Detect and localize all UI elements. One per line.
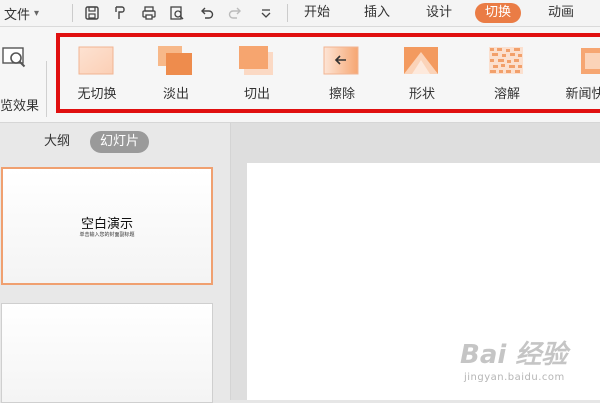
tab-design[interactable]: 设计 bbox=[426, 3, 452, 23]
tab-insert[interactable]: 插入 bbox=[364, 3, 390, 23]
ribbon-divider bbox=[46, 61, 47, 117]
separator bbox=[72, 4, 73, 22]
save-icon[interactable] bbox=[82, 3, 102, 23]
transitions-highlight-box bbox=[56, 33, 600, 113]
print-preview-icon[interactable] bbox=[167, 3, 187, 23]
file-menu[interactable]: 文件 ▾ bbox=[4, 3, 39, 23]
format-painter-icon[interactable] bbox=[110, 3, 130, 23]
slide-thumbnail[interactable]: 空白演示 单击输入您的封面副标题 bbox=[1, 167, 213, 285]
watermark-logo: Bai 经验 bbox=[460, 340, 568, 370]
preview-effect-button[interactable]: 览效果 bbox=[0, 43, 46, 114]
tab-animation[interactable]: 动画 bbox=[548, 3, 574, 23]
preview-effect-label: 览效果 bbox=[0, 99, 40, 114]
slide-title: 空白演示 bbox=[80, 217, 133, 232]
preview-icon bbox=[2, 45, 28, 75]
chevron-down-icon: ▾ bbox=[34, 7, 40, 19]
slide-panel: 大纲 幻灯片 空白演示 单击输入您的封面副标题 bbox=[0, 123, 231, 403]
tab-slides[interactable]: 幻灯片 bbox=[90, 131, 150, 153]
print-icon[interactable] bbox=[139, 3, 159, 23]
watermark-url: jingyan.baidu.com bbox=[464, 372, 565, 383]
baidu-watermark: Bai 经验 jingyan.baidu.com bbox=[460, 330, 590, 390]
menu-bar: 文件 ▾ 开始 插入 设计 切换 动画 bbox=[0, 0, 600, 27]
tab-transitions[interactable]: 切换 bbox=[475, 3, 522, 23]
customize-dropdown-icon[interactable] bbox=[256, 3, 276, 23]
file-menu-label: 文件 bbox=[4, 7, 31, 23]
tab-home[interactable]: 开始 bbox=[304, 3, 330, 23]
slide-thumbnail[interactable] bbox=[1, 303, 213, 403]
separator bbox=[287, 4, 288, 22]
redo-icon[interactable] bbox=[225, 3, 245, 23]
slide-subtitle: 单击输入您的封面副标题 bbox=[79, 232, 135, 238]
tab-outline[interactable]: 大纲 bbox=[44, 131, 70, 153]
undo-icon[interactable] bbox=[197, 3, 217, 23]
